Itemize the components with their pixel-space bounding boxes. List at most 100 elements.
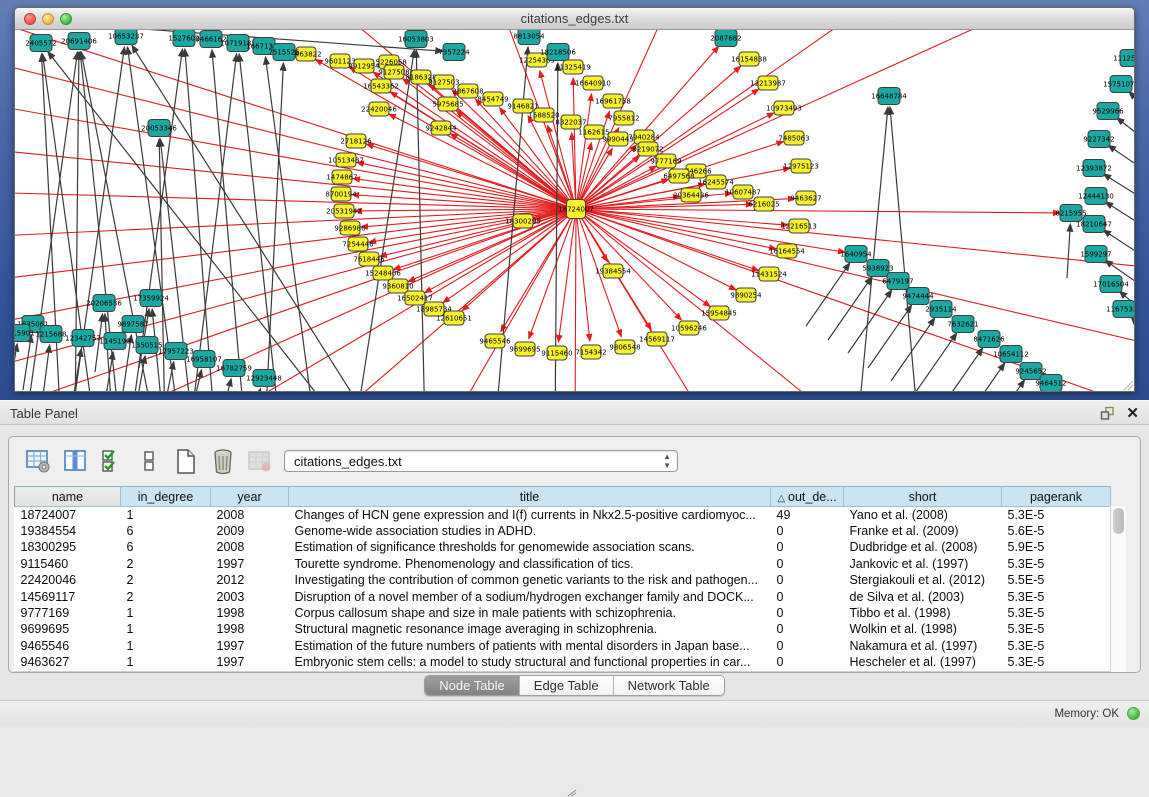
splitter-grip-icon[interactable]	[567, 789, 578, 797]
table-row[interactable]: 1830029562008Estimation of significance …	[15, 539, 1111, 555]
graph-node-label: 16154838	[731, 56, 767, 64]
table-cell: de Silva et al. (2003)	[844, 588, 1002, 604]
table-cell: 5.5E-5	[1002, 572, 1111, 588]
node-table: namein_degreeyeartitle△out_de...shortpag…	[14, 486, 1110, 670]
table-row[interactable]: 1872400712008Changes of HCN gene express…	[15, 507, 1111, 523]
table-row[interactable]: 946554611997Estimation of the future num…	[15, 638, 1111, 654]
graph-edge[interactable]	[73, 349, 81, 392]
table-cell: Dudbridge et al. (2008)	[844, 539, 1002, 555]
graph-node-label: 9806548	[609, 344, 640, 352]
graph-edge[interactable]	[15, 58, 576, 209]
graph-edge[interactable]	[806, 263, 850, 326]
show-columns-icon[interactable]	[61, 448, 88, 475]
graph-edge[interactable]	[575, 209, 576, 392]
table-scrollbar-thumb[interactable]	[1113, 508, 1124, 534]
graph-edge[interactable]	[981, 380, 1025, 392]
new-table-icon[interactable]	[172, 448, 199, 475]
graph-edge[interactable]	[890, 107, 916, 392]
graph-edge[interactable]	[913, 333, 957, 392]
table-cell: 6	[121, 539, 211, 555]
graph-edge[interactable]	[15, 344, 17, 392]
table-row[interactable]: 1456911722003Disruption of a novel membe…	[15, 588, 1111, 604]
network-graph[interactable]: 1872400715226058912750881863289127503165…	[15, 30, 1135, 392]
table-row[interactable]: 969969511998Structural magnetic resonanc…	[15, 621, 1111, 637]
tab-node-table[interactable]: Node Table	[425, 676, 520, 695]
delete-table-icon[interactable]	[209, 448, 236, 475]
graph-edge[interactable]	[576, 209, 681, 320]
graph-edge[interactable]	[939, 348, 983, 392]
network-canvas[interactable]: 1872400715226058912750881863289127503165…	[15, 30, 1135, 392]
table-row[interactable]: 2242004622012Investigating the contribut…	[15, 572, 1111, 588]
graph-edge[interactable]	[1131, 317, 1135, 366]
graph-edge[interactable]	[15, 148, 576, 209]
column-header-pagerank[interactable]: pagerank	[1002, 487, 1111, 507]
tab-edge-table[interactable]: Edge Table	[520, 676, 614, 695]
graph-edge[interactable]	[23, 335, 31, 390]
graph-node-label: 19384554	[595, 268, 631, 276]
graph-edge[interactable]	[961, 363, 1005, 392]
graph-edge[interactable]	[105, 314, 111, 392]
graph-edge[interactable]	[1117, 118, 1135, 163]
column-header-indegree[interactable]: in_degree	[121, 487, 211, 507]
graph-edge[interactable]	[1108, 145, 1135, 191]
graph-node-label: 7940284	[628, 134, 660, 142]
graph-node-label: 16543362	[363, 83, 399, 91]
table-cell: Wolkin et al. (1998)	[844, 621, 1002, 637]
table-cell: Corpus callosum shape and size in male p…	[289, 605, 771, 621]
panel-splitter[interactable]	[0, 392, 1149, 400]
table-cell: Tibbo et al. (1998)	[844, 605, 1002, 621]
tab-network-table[interactable]: Network Table	[614, 676, 724, 695]
graph-edge[interactable]	[828, 277, 872, 340]
table-scrollbar[interactable]	[1110, 506, 1126, 672]
graph-node-label: 20206536	[86, 300, 122, 308]
network-window[interactable]: citations_edges.txt 18724007152260589127…	[14, 7, 1135, 392]
graph-edge[interactable]	[265, 57, 315, 392]
column-header-title[interactable]: title	[289, 487, 771, 507]
graph-node-label: 9529966	[1092, 108, 1124, 116]
graph-node-label: 22420046	[361, 106, 397, 114]
column-header-outde[interactable]: △out_de...	[771, 487, 844, 507]
graph-node-label: 2935114	[925, 306, 957, 314]
dropdown-stepper-icon[interactable]: ▲▼	[663, 452, 671, 470]
graph-edge[interactable]	[576, 209, 710, 307]
graph-edge[interactable]	[43, 345, 50, 392]
table-cell: 5.9E-5	[1002, 539, 1111, 555]
table-cell: 0	[771, 539, 844, 555]
graph-node-label: 11325419	[555, 64, 591, 72]
graph-edge[interactable]	[223, 379, 231, 392]
table-row[interactable]: 977716911998Corpus callosum shape and si…	[15, 605, 1111, 621]
table-source-dropdown[interactable]: citations_edges.txt ▲▼	[284, 450, 678, 472]
resize-grip-icon[interactable]	[1122, 379, 1134, 391]
graph-node-label: 5938923	[862, 265, 893, 273]
table-row[interactable]: 946362711997Embryonic stem cells: a mode…	[15, 654, 1111, 670]
table-cell: 18300295	[15, 539, 121, 555]
graph-edge[interactable]	[408, 209, 576, 282]
graph-edge[interactable]	[389, 114, 576, 209]
graph-edge[interactable]	[212, 50, 245, 392]
column-header-year[interactable]: year	[211, 487, 289, 507]
table-cell: Hescheler et al. (1997)	[844, 654, 1002, 670]
graph-edge[interactable]	[1067, 224, 1070, 278]
graph-edge[interactable]	[576, 30, 1015, 209]
graph-edge[interactable]	[576, 209, 1060, 213]
graph-edge[interactable]	[576, 209, 788, 225]
table-row[interactable]: 911546021997Tourette syndrome. Phenomeno…	[15, 556, 1111, 572]
float-panel-icon[interactable]	[1100, 406, 1115, 421]
close-panel-icon[interactable]: ✕	[1126, 404, 1139, 422]
graph-node-label: 5975685	[432, 101, 463, 109]
select-columns-icon[interactable]	[98, 448, 125, 475]
network-window-titlebar[interactable]: citations_edges.txt	[15, 8, 1134, 30]
graph-node-label: 2405572	[25, 40, 56, 48]
graph-edge[interactable]	[576, 209, 1135, 350]
graph-edge[interactable]	[132, 45, 375, 392]
table-row[interactable]: 1938455462009Genome-wide association stu…	[15, 523, 1111, 539]
graph-node-label: 18724007	[558, 206, 594, 214]
graph-node-label: 16245574	[698, 179, 734, 187]
column-header-name[interactable]: name	[15, 487, 121, 507]
column-header-short[interactable]: short	[844, 487, 1002, 507]
table-settings-icon[interactable]	[24, 448, 51, 475]
graph-edge[interactable]	[558, 209, 576, 342]
table-cell: 9777169	[15, 605, 121, 621]
row-height-icon[interactable]	[135, 448, 162, 475]
graph-node-label: 7154342	[575, 349, 606, 357]
